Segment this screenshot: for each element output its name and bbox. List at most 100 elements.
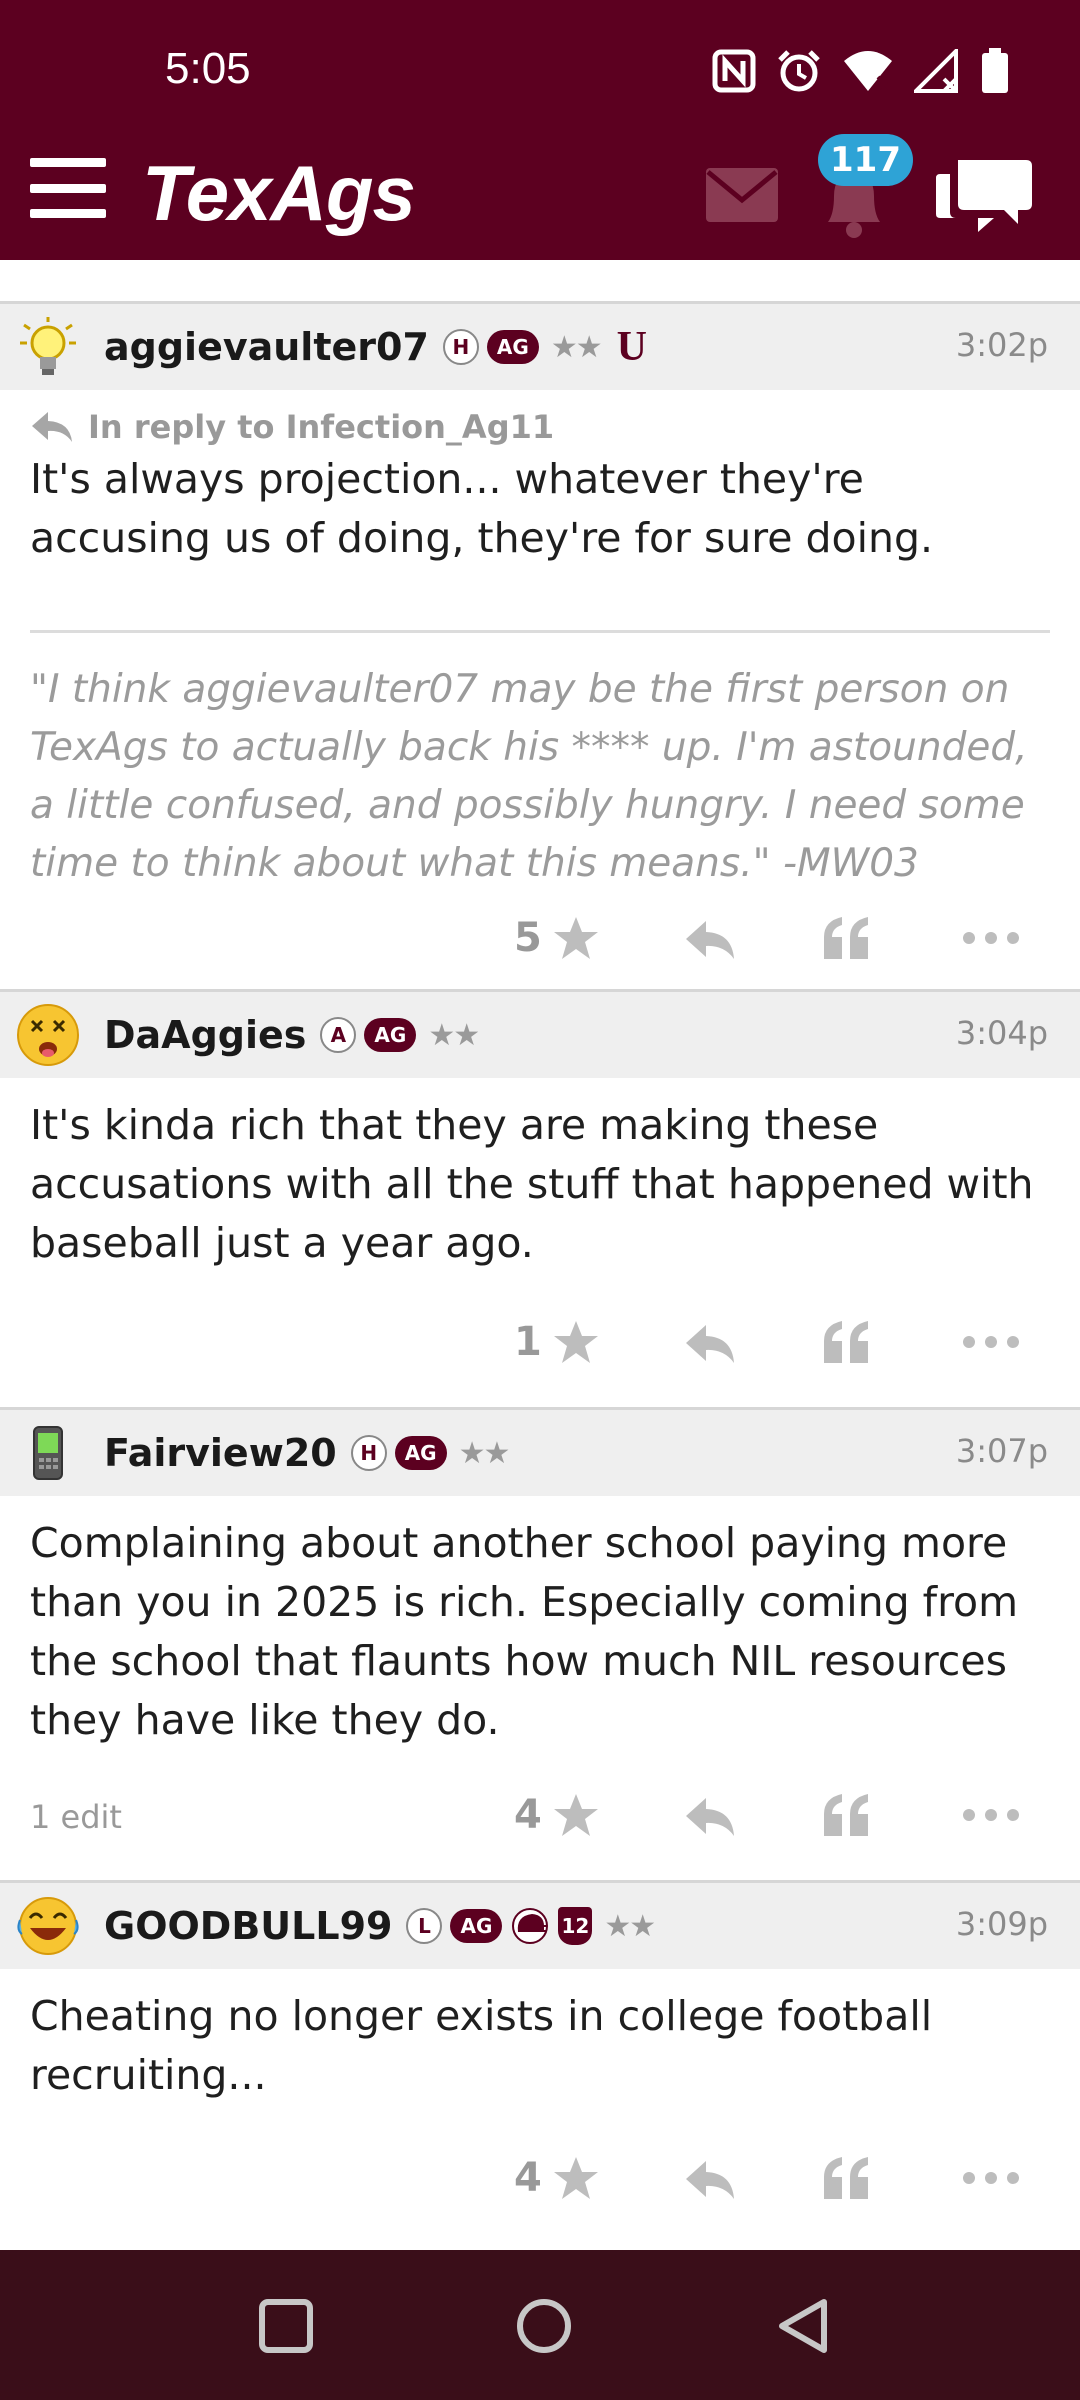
texags-logo[interactable]: TexAgs — [142, 148, 416, 239]
star-count: 1 — [514, 1319, 542, 1365]
post: GOODBULL99 L AG 12 ★★ 3:09p Cheating no … — [0, 1883, 1080, 2215]
ag-badge: AG — [364, 1018, 417, 1052]
post: DaAggies A AG ★★ 3:04p It's kinda rich t… — [0, 992, 1080, 1410]
rank-stars: ★★ — [604, 1908, 656, 1944]
star-icon — [553, 1794, 598, 1836]
quote-icon[interactable] — [822, 915, 872, 961]
chat-bubbles-icon[interactable] — [934, 150, 1034, 236]
star-rating-button[interactable]: 4 — [514, 1792, 600, 1838]
user-badges: H AG ★★ — [350, 1435, 511, 1471]
post-actions: 4 — [0, 2105, 1080, 2215]
post-body: It's kinda rich that they are making the… — [0, 1078, 1080, 1273]
post-time: 3:07p — [955, 1432, 1048, 1470]
star-icon — [553, 2157, 598, 2199]
post-time: 3:09p — [955, 1905, 1048, 1943]
user-badges: A AG ★★ — [320, 1017, 480, 1053]
notification-count-badge[interactable]: 117 — [818, 134, 913, 186]
reply-icon[interactable] — [684, 919, 736, 961]
ag-badge: AG — [486, 330, 539, 364]
status-letter-badge: H — [442, 329, 479, 365]
star-rating-button[interactable]: 4 — [514, 2155, 600, 2201]
more-options-icon[interactable] — [962, 2171, 1020, 2185]
star-rating-button[interactable]: 5 — [514, 915, 600, 961]
mobile-phone-icon[interactable] — [16, 1421, 80, 1485]
wifi-icon — [844, 51, 892, 91]
system-navigation-bar — [0, 2250, 1080, 2400]
post-body: Complaining about another school paying … — [0, 1496, 1080, 1750]
post-text: Cheating no longer exists in college foo… — [30, 1992, 933, 2099]
app-header: 5:05 TexAgs 117 — [0, 0, 1080, 260]
user-badges: H AG ★★ U — [442, 323, 647, 371]
status-letter-badge: A — [320, 1017, 357, 1053]
reply-icon[interactable] — [684, 1796, 736, 1838]
reply-arrow-icon — [32, 412, 72, 442]
recent-apps-icon[interactable] — [258, 2298, 314, 2354]
status-icons — [712, 48, 1010, 94]
helmet-badge-icon — [512, 1908, 549, 1944]
user-badges: L AG 12 ★★ — [406, 1907, 656, 1945]
feed-top-spacer — [0, 260, 1080, 304]
post: aggievaulter07 H AG ★★ U 3:02p In reply … — [0, 304, 1080, 992]
more-options-icon[interactable] — [962, 1808, 1020, 1822]
post-username[interactable]: DaAggies — [104, 1013, 306, 1057]
rank-stars: ★★ — [428, 1017, 480, 1053]
twelfth-man-badge: 12 — [558, 1907, 593, 1945]
top-nav-bar: TexAgs 117 — [0, 134, 1080, 260]
quote-icon[interactable] — [822, 2155, 872, 2201]
post-actions: 1 — [0, 1273, 1080, 1407]
quote-icon[interactable] — [822, 1319, 872, 1365]
post-text: It's always projection... whatever they'… — [30, 455, 934, 562]
u-badge: U — [616, 324, 647, 370]
status-letter-badge: H — [350, 1435, 387, 1471]
star-count: 5 — [514, 915, 542, 961]
back-icon[interactable] — [774, 2296, 832, 2356]
mail-icon[interactable] — [706, 168, 778, 222]
post-actions: 1 edit 4 — [0, 1750, 1080, 1880]
post-actions: 5 — [0, 893, 1080, 989]
star-rating-button[interactable]: 1 — [514, 1319, 600, 1365]
ag-badge: AG — [394, 1436, 447, 1470]
nfc-icon — [712, 49, 756, 93]
post-username[interactable]: Fairview20 — [104, 1431, 337, 1475]
cell-signal-icon — [914, 49, 958, 93]
post-body: Cheating no longer exists in college foo… — [0, 1969, 1080, 2105]
star-icon — [553, 1321, 598, 1363]
post-time: 3:04p — [955, 1014, 1048, 1052]
quote-icon[interactable] — [822, 1792, 872, 1838]
ag-badge: AG — [450, 1909, 503, 1943]
thread-feed[interactable]: aggievaulter07 H AG ★★ U 3:02p In reply … — [0, 260, 1080, 2250]
status-time: 5:05 — [165, 44, 251, 93]
more-options-icon[interactable] — [962, 931, 1020, 945]
home-icon[interactable] — [514, 2296, 574, 2356]
post-time: 3:02p — [955, 326, 1048, 364]
alarm-icon — [778, 50, 820, 92]
reply-icon[interactable] — [684, 1323, 736, 1365]
rank-stars: ★★ — [550, 329, 603, 365]
edit-count-label[interactable]: 1 edit — [30, 1798, 122, 1836]
star-count: 4 — [514, 1792, 542, 1838]
star-icon — [553, 917, 598, 959]
menu-icon[interactable] — [30, 158, 106, 218]
post-header: aggievaulter07 H AG ★★ U 3:02p — [0, 304, 1080, 390]
post-username[interactable]: aggievaulter07 — [104, 325, 429, 369]
reply-icon[interactable] — [684, 2159, 736, 2201]
rank-stars: ★★ — [458, 1435, 511, 1471]
post-text: Complaining about another school paying … — [30, 1519, 1019, 1744]
star-count: 4 — [514, 2155, 542, 2201]
dizzy-face-icon[interactable] — [16, 1003, 80, 1067]
reply-to-label: In reply to Infection_Ag11 — [88, 408, 555, 446]
battery-icon — [982, 48, 1008, 93]
laughing-face-icon[interactable] — [16, 1894, 80, 1958]
status-bar: 5:05 — [0, 0, 1080, 150]
post-header: Fairview20 H AG ★★ 3:07p — [0, 1410, 1080, 1496]
post-header: GOODBULL99 L AG 12 ★★ 3:09p — [0, 1883, 1080, 1969]
post: Fairview20 H AG ★★ 3:07p Complaining abo… — [0, 1410, 1080, 1883]
post-username[interactable]: GOODBULL99 — [104, 1904, 392, 1948]
post-header: DaAggies A AG ★★ 3:04p — [0, 992, 1080, 1078]
more-options-icon[interactable] — [962, 1335, 1020, 1349]
user-signature: "I think aggievaulter07 may be the first… — [30, 667, 1028, 886]
lightbulb-icon[interactable] — [16, 315, 80, 379]
post-text: It's kinda rich that they are making the… — [30, 1101, 1034, 1267]
status-letter-badge: L — [406, 1908, 443, 1944]
reply-reference[interactable]: In reply to Infection_Ag11 — [30, 408, 1050, 446]
